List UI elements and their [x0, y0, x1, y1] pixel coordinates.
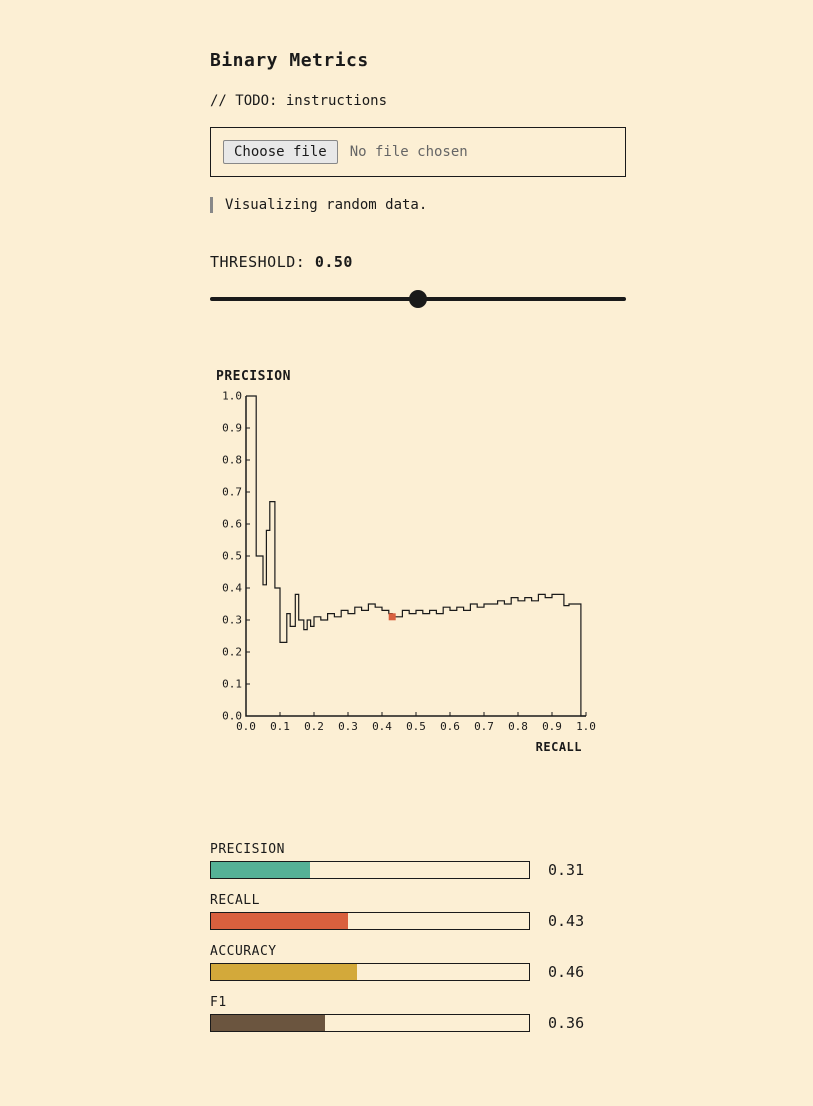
y-tick: 0.4: [210, 582, 242, 595]
metric-row-f1: F1 0.36: [210, 995, 626, 1032]
threshold-label-text: THRESHOLD:: [210, 253, 305, 271]
metric-name: RECALL: [210, 893, 626, 908]
threshold-label: THRESHOLD: 0.50: [210, 253, 626, 271]
metric-bar-fill: [211, 1015, 325, 1031]
current-point-marker: [389, 613, 396, 620]
metric-value: 0.46: [548, 963, 588, 981]
x-tick: 0.6: [440, 720, 460, 733]
y-tick: 0.7: [210, 486, 242, 499]
metric-value: 0.36: [548, 1014, 588, 1032]
y-tick: 0.9: [210, 422, 242, 435]
x-tick: 0.7: [474, 720, 494, 733]
x-tick: 0.8: [508, 720, 528, 733]
x-tick: 0.9: [542, 720, 562, 733]
chart-xlabel: RECALL: [246, 740, 586, 754]
y-tick: 0.2: [210, 646, 242, 659]
y-tick: 0.6: [210, 518, 242, 531]
metric-name: F1: [210, 995, 626, 1010]
metrics-panel: PRECISION 0.31 RECALL 0.43 ACCURACY 0.46 F1 0.3…: [210, 842, 626, 1032]
file-status-text: No file chosen: [350, 144, 468, 160]
file-input-box: Choose file No file chosen: [210, 127, 626, 177]
x-tick: 0.0: [236, 720, 256, 733]
x-tick: 0.2: [304, 720, 324, 733]
metric-bar-fill: [211, 913, 348, 929]
x-tick: 0.4: [372, 720, 392, 733]
y-axis-ticks: 0.00.10.20.30.40.50.60.70.80.91.0: [210, 396, 242, 716]
x-tick: 0.3: [338, 720, 358, 733]
metric-row-precision: PRECISION 0.31: [210, 842, 626, 879]
metric-bar: [210, 861, 530, 879]
x-tick: 0.1: [270, 720, 290, 733]
metric-bar: [210, 1014, 530, 1032]
choose-file-button[interactable]: Choose file: [223, 140, 338, 164]
todo-note: // TODO: instructions: [210, 93, 626, 109]
y-tick: 0.1: [210, 678, 242, 691]
metric-bar-fill: [211, 862, 310, 878]
metric-row-recall: RECALL 0.43: [210, 893, 626, 930]
chart-ylabel: PRECISION: [216, 369, 626, 384]
metric-name: ACCURACY: [210, 944, 626, 959]
threshold-slider[interactable]: [210, 289, 626, 309]
precision-recall-chart: PRECISION 0.0 0.1 0.2 0.3 0.4 0.5 0.6 0.7 0.8 0.9…: [210, 369, 626, 792]
x-tick: 1.0: [576, 720, 596, 733]
y-tick: 0.3: [210, 614, 242, 627]
threshold-value: 0.50: [315, 253, 353, 271]
y-tick: 0.5: [210, 550, 242, 563]
metric-value: 0.31: [548, 861, 588, 879]
y-tick: 1.0: [210, 390, 242, 403]
metric-row-accuracy: ACCURACY 0.46: [210, 944, 626, 981]
info-note: Visualizing random data.: [210, 197, 626, 213]
metric-bar: [210, 912, 530, 930]
plot-area: [246, 396, 586, 716]
x-axis-ticks: 0.00.10.20.30.40.50.60.70.80.91.0: [246, 720, 586, 736]
metric-bar: [210, 963, 530, 981]
metric-value: 0.43: [548, 912, 588, 930]
slider-thumb[interactable]: [409, 290, 427, 308]
page-title: Binary Metrics: [210, 50, 626, 71]
metric-bar-fill: [211, 964, 357, 980]
x-tick: 0.5: [406, 720, 426, 733]
metric-name: PRECISION: [210, 842, 626, 857]
y-tick: 0.8: [210, 454, 242, 467]
